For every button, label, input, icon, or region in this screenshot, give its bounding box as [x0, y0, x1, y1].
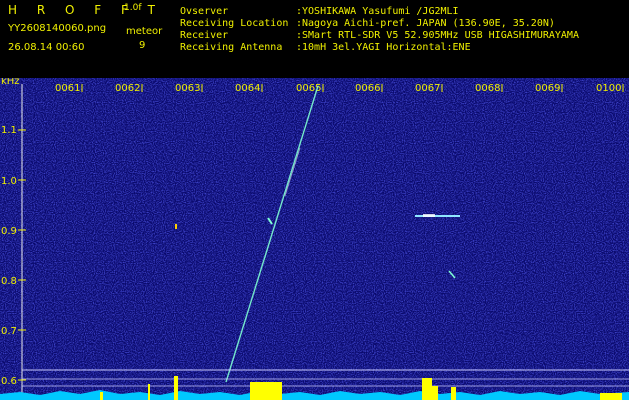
info-label-observer: Ovserver — [180, 6, 229, 17]
info-value-observer: :YOSHIKAWA Yasufumi /JG2MLI — [296, 6, 459, 17]
app-version: 1.0f — [124, 3, 142, 13]
time-tick-label: 0061 — [55, 83, 80, 94]
freq-tick-label: 0.7 — [1, 326, 17, 337]
freq-tick-label: 1.0 — [1, 176, 17, 187]
spectrogram-noise — [0, 78, 629, 400]
info-value-receiver: :SMart RTL-SDR V5 52.905MHz USB HIGASHIM… — [296, 30, 579, 41]
info-label-receiver: Receiver — [180, 30, 229, 41]
freq-tick-label: 0.6 — [1, 376, 17, 387]
freq-tick-label: 0.8 — [1, 276, 17, 287]
header-panel: H R O F F T 1.0f YY2608140060.png 26.08.… — [0, 0, 629, 78]
freq-tick-label: 0.9 — [1, 226, 17, 237]
file-name: YY2608140060.png — [8, 23, 107, 34]
time-tick-label: 0066 — [355, 83, 380, 94]
time-tick-label: 0063 — [175, 83, 200, 94]
time-tick-label: 0067 — [415, 83, 440, 94]
info-value-antenna: :10mH 3el.YAGI Horizontal:ENE — [296, 42, 471, 53]
time-tick-label: 0069 — [535, 83, 560, 94]
info-value-location: :Nagoya Aichi-pref. JAPAN (136.90E, 35.2… — [296, 18, 555, 29]
timestamp: 26.08.14 00:60 — [8, 42, 85, 53]
spectrogram-plot: 0061 0062 0063 0064 0065 0066 0067 0068 … — [0, 78, 629, 400]
time-tick-label: 0100 — [596, 83, 621, 94]
time-tick-label: 0068 — [475, 83, 500, 94]
meteor-count: 9 — [139, 40, 146, 51]
time-tick-label: 0064 — [235, 83, 260, 94]
time-tick-label: 0062 — [115, 83, 140, 94]
freq-tick-label: 1.1 — [1, 125, 17, 136]
info-label-antenna: Receiving Antenna — [180, 42, 283, 53]
freq-unit-label: kHz — [1, 78, 20, 87]
meteor-label: meteor — [126, 26, 163, 37]
info-label-location: Receiving Location — [180, 18, 289, 29]
